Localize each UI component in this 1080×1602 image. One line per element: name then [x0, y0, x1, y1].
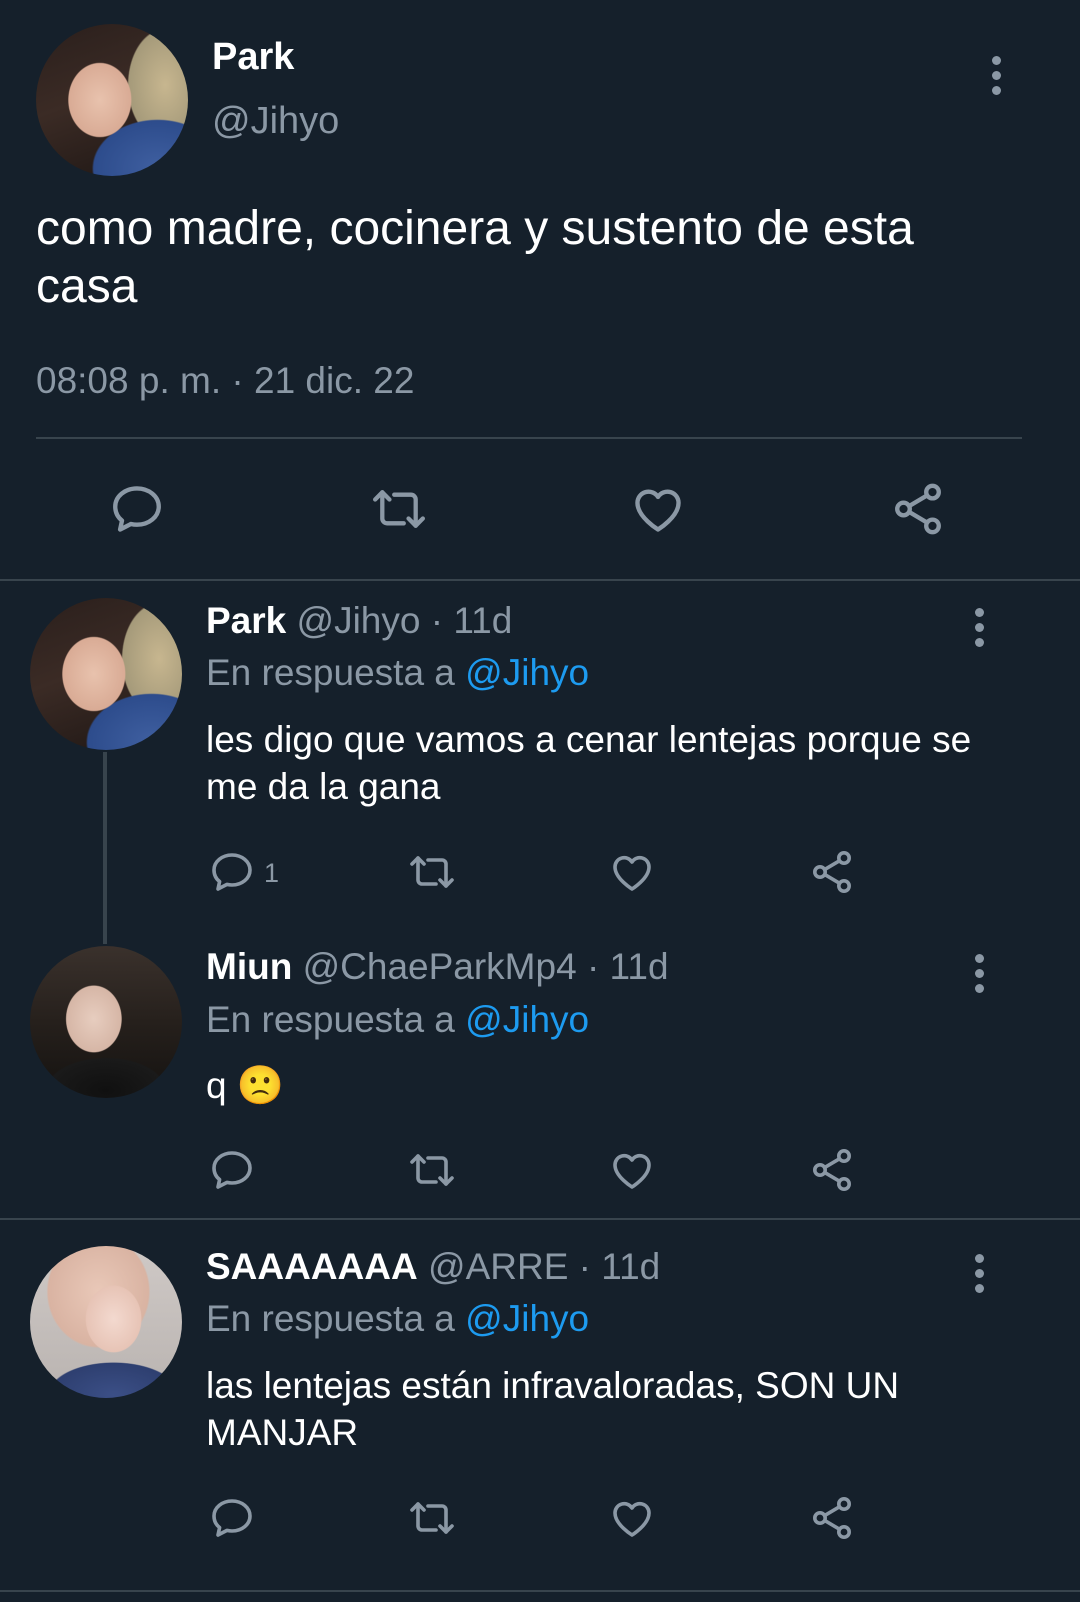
avatar-miun[interactable]	[30, 946, 182, 1098]
reply-author-handle[interactable]: @Jihyo	[297, 600, 421, 641]
reply-time[interactable]: · 11d	[431, 600, 513, 641]
replying-to: En respuesta a @Jihyo	[206, 1298, 589, 1340]
heart-icon[interactable]	[607, 1146, 657, 1194]
retweet-icon[interactable]	[406, 1146, 458, 1194]
divider	[0, 579, 1080, 581]
replying-to: En respuesta a @Jihyo	[206, 999, 589, 1041]
more-vertical-icon[interactable]	[990, 56, 1002, 101]
heart-icon[interactable]	[607, 848, 657, 896]
reply-author-handle[interactable]: @ARRE	[428, 1246, 568, 1287]
replying-to-link[interactable]: @Jihyo	[465, 652, 589, 693]
author-name[interactable]: Park	[212, 36, 294, 79]
retweet-icon[interactable]	[406, 1494, 458, 1542]
reply-count: 1	[264, 858, 280, 888]
reply-text: las lentejas están infravaloradas, SON U…	[206, 1365, 900, 1453]
reply-header: SAAAAAAA @ARRE · 11d	[206, 1246, 660, 1288]
heart-icon[interactable]	[628, 480, 688, 538]
avatar-saaaaaaa[interactable]	[30, 1246, 182, 1398]
tweet-timestamp[interactable]: 08:08 p. m. · 21 dic. 22	[36, 360, 414, 402]
share-icon[interactable]	[807, 848, 857, 896]
more-vertical-icon[interactable]	[973, 608, 985, 653]
avatar-park[interactable]	[30, 598, 182, 750]
divider	[0, 1590, 1080, 1592]
reply-icon[interactable]	[208, 1494, 256, 1542]
author-handle[interactable]: @Jihyo	[212, 100, 339, 143]
reply-header: Miun @ChaeParkMp4 · 11d	[206, 946, 669, 988]
reply-icon[interactable]	[108, 480, 166, 538]
divider	[36, 437, 1022, 439]
retweet-icon[interactable]	[406, 848, 458, 896]
thread-line	[103, 752, 107, 944]
share-icon[interactable]	[888, 480, 948, 538]
replying-to-prefix: En respuesta a	[206, 999, 455, 1040]
reply-author-handle[interactable]: @ChaeParkMp4	[303, 946, 577, 987]
replying-to-prefix: En respuesta a	[206, 652, 455, 693]
reply-time[interactable]: · 11d	[579, 1246, 661, 1287]
avatar-park[interactable]	[36, 24, 188, 176]
reply-icon[interactable]	[208, 848, 256, 896]
reply-author-name[interactable]: Miun	[206, 946, 292, 987]
replying-to: En respuesta a @Jihyo	[206, 652, 589, 694]
more-vertical-icon[interactable]	[973, 954, 985, 999]
reply-author-name[interactable]: Park	[206, 600, 286, 641]
replying-to-prefix: En respuesta a	[206, 1298, 455, 1339]
tweet-text: como madre, cocinera y sustento de esta …	[36, 202, 914, 313]
more-vertical-icon[interactable]	[973, 1254, 985, 1299]
reply-text: les digo que vamos a cenar lentejas porq…	[206, 719, 972, 807]
frowning-face-emoji: 🙁	[236, 1065, 285, 1107]
reply-icon[interactable]	[208, 1146, 256, 1194]
reply-header: Park @Jihyo · 11d	[206, 600, 512, 642]
retweet-icon[interactable]	[368, 480, 430, 538]
reply-text: q 🙁	[206, 1062, 284, 1110]
reply-text-body: q	[206, 1065, 227, 1106]
replying-to-link[interactable]: @Jihyo	[465, 999, 589, 1040]
replying-to-link[interactable]: @Jihyo	[465, 1298, 589, 1339]
divider	[0, 1218, 1080, 1220]
share-icon[interactable]	[807, 1146, 857, 1194]
reply-author-name[interactable]: SAAAAAAA	[206, 1246, 418, 1287]
heart-icon[interactable]	[607, 1494, 657, 1542]
reply-time[interactable]: · 11d	[587, 946, 669, 987]
share-icon[interactable]	[807, 1494, 857, 1542]
